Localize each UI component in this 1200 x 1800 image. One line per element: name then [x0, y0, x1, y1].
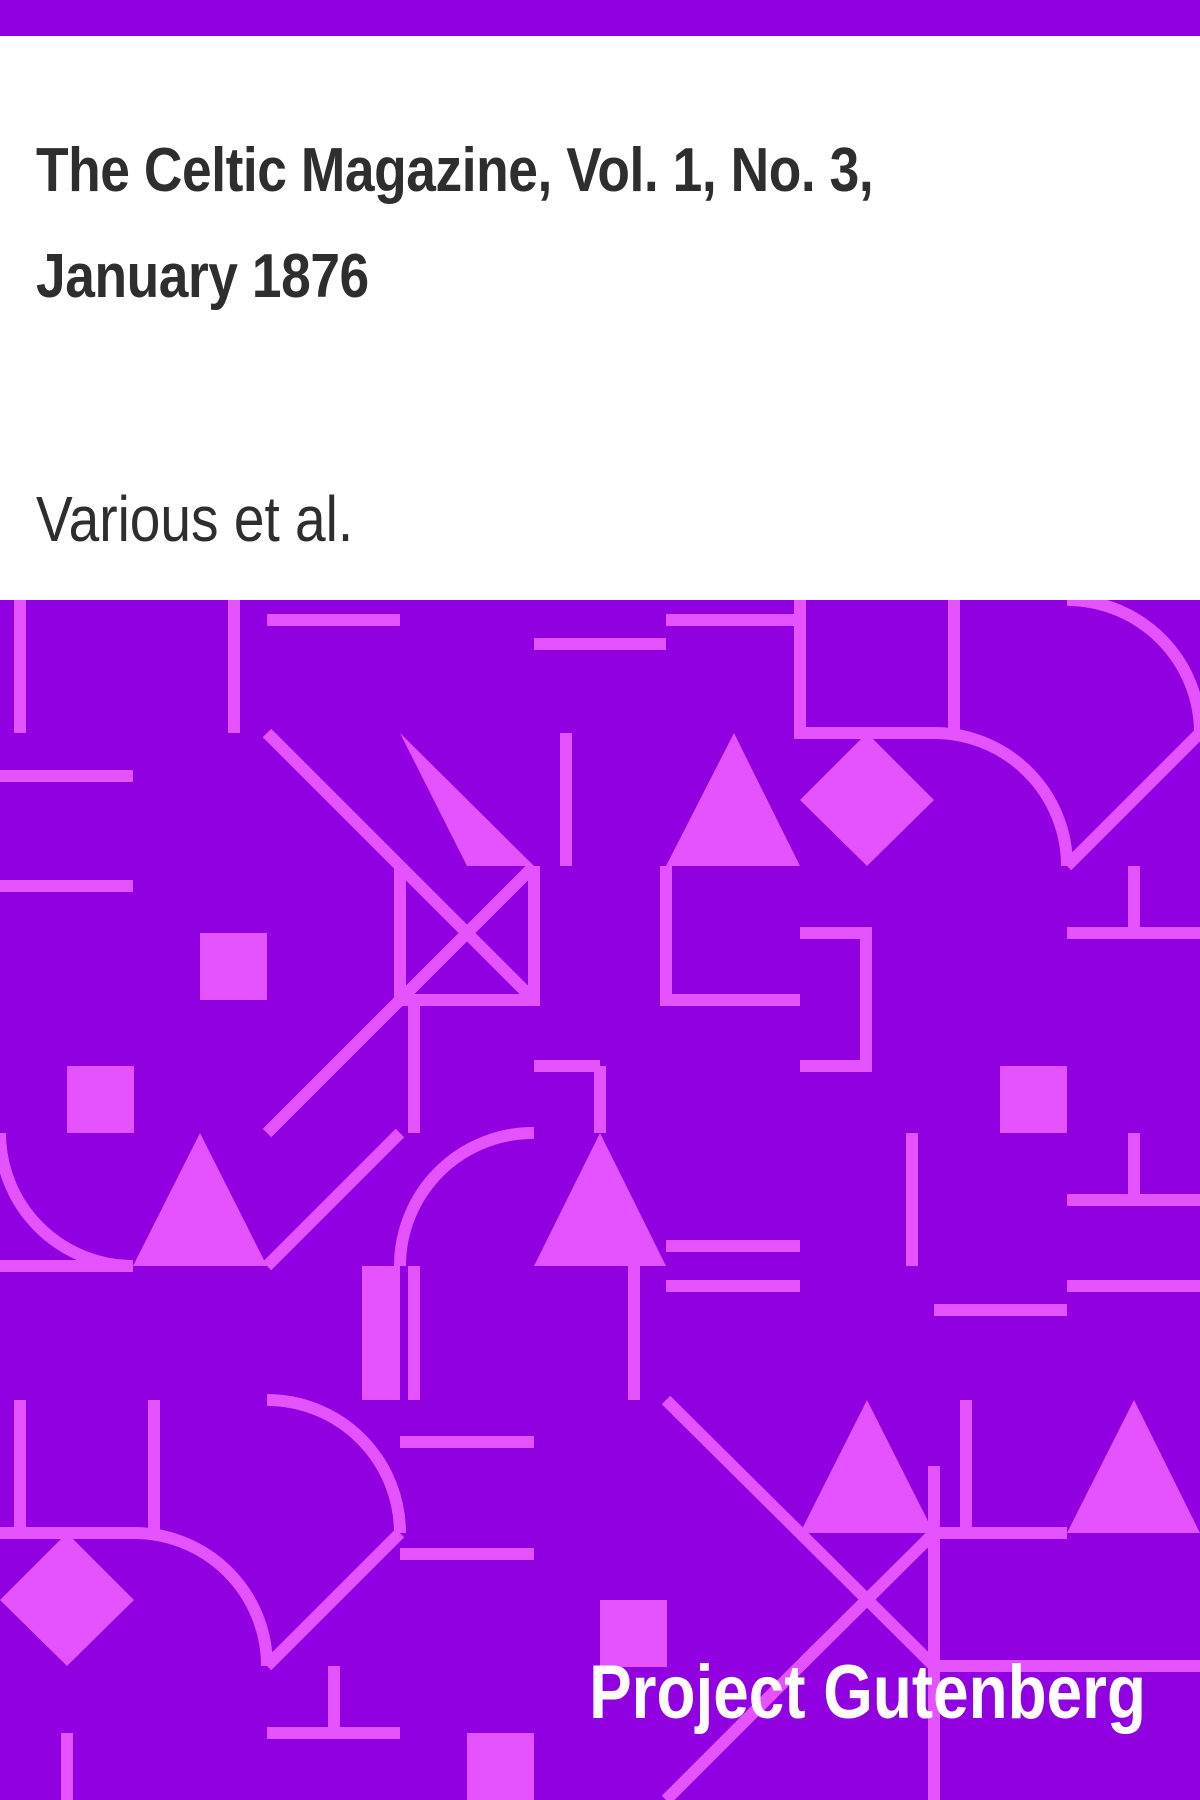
- top-color-bar: [0, 0, 1200, 36]
- book-title: The Celtic Magazine, Vol. 1, No. 3, Janu…: [36, 136, 874, 311]
- publisher-brand: Project Gutenberg: [589, 1650, 1146, 1735]
- cover-header: The Celtic Magazine, Vol. 1, No. 3, Janu…: [0, 36, 1200, 600]
- book-author: Various et al.: [36, 483, 354, 555]
- decorative-pattern: [0, 600, 1200, 1800]
